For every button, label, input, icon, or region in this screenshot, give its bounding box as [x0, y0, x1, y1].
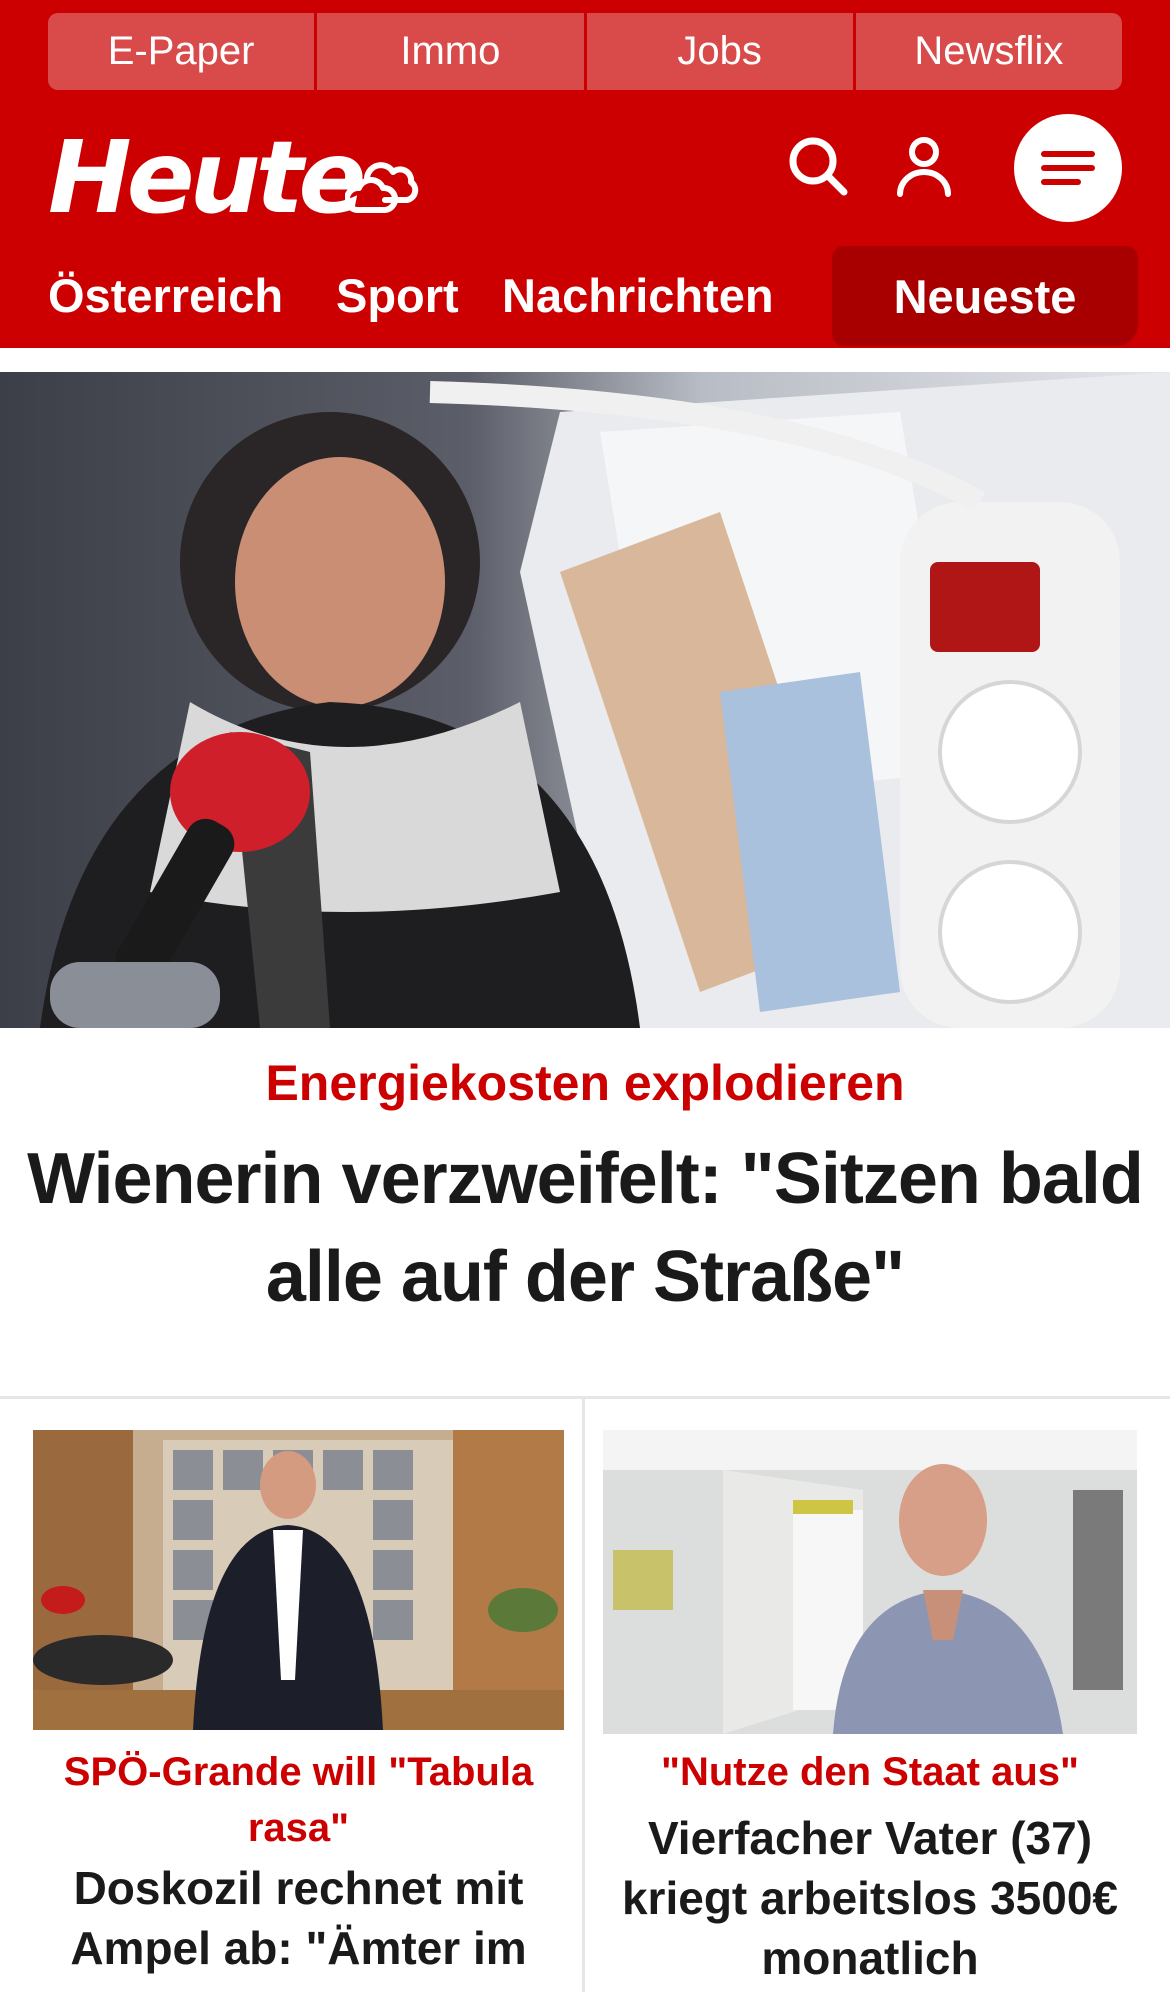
teaser-kicker-nutze[interactable]: "Nutze den Staat aus" [603, 1744, 1137, 1800]
quicklink-immo[interactable]: Immo [317, 13, 584, 90]
user-account-icon[interactable] [892, 134, 956, 198]
nav-item-neueste[interactable]: Neueste [832, 246, 1138, 346]
section-nav: Österreich Sport Nachrichten Neueste [0, 246, 1170, 348]
weather-cloud-icon[interactable] [343, 148, 421, 218]
quicklinks-bar: E-Paper Immo Jobs Newsflix [48, 13, 1122, 90]
nav-item-nachrichten[interactable]: Nachrichten [502, 268, 774, 323]
hamburger-menu-icon [1041, 151, 1095, 185]
nav-item-sport[interactable]: Sport [336, 268, 459, 323]
teaser-image-vierfacher-vater[interactable] [603, 1430, 1137, 1734]
heute-logo[interactable]: Heute [48, 118, 366, 238]
quicklink-newsflix[interactable]: Newsflix [855, 13, 1122, 90]
site-header: E-Paper Immo Jobs Newsflix Heute Österre… [0, 0, 1170, 348]
hero-image[interactable] [0, 372, 1170, 1028]
teaser-kicker-spoe[interactable]: SPÖ-Grande will "Tabula rasa" [33, 1744, 564, 1856]
grid-divider [0, 1396, 1170, 1399]
quicklink-jobs[interactable]: Jobs [586, 13, 853, 90]
teaser-headline-doskozil[interactable]: Doskozil rechnet mit Ampel ab: "Ämter im [33, 1858, 564, 1978]
quicklink-epaper[interactable]: E-Paper [48, 13, 315, 90]
menu-button[interactable] [1014, 114, 1122, 222]
hero-kicker[interactable]: Energiekosten explodieren [0, 1054, 1170, 1112]
grid-column-divider [582, 1399, 585, 1992]
nav-item-oesterreich[interactable]: Österreich [48, 268, 283, 323]
teaser-headline-vierfacher-vater[interactable]: Vierfacher Vater (37) kriegt arbeitslos … [603, 1808, 1137, 1988]
search-icon[interactable] [786, 134, 850, 198]
teaser-image-doskozil[interactable] [33, 1430, 564, 1730]
hero-headline[interactable]: Wienerin verzweifelt: "Sitzen bald alle … [0, 1130, 1170, 1326]
